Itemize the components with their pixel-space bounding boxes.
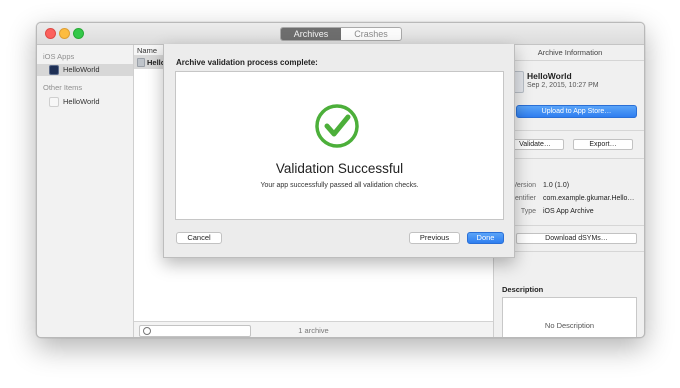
archives-crashes-segmented-control: Archives Crashes — [280, 27, 402, 41]
checkmark-icon — [314, 103, 360, 149]
detail-value: 1.0 (1.0) — [543, 182, 570, 189]
divider — [494, 158, 644, 159]
sidebar-item-label: HelloWorld — [63, 65, 100, 74]
description-placeholder: No Description — [544, 321, 595, 330]
archive-inspector: Archive Information HelloWorld Sep 2, 20… — [493, 45, 644, 337]
app-icon — [49, 65, 59, 75]
sidebar-item-label: HelloWorld — [63, 97, 100, 106]
done-button[interactable]: Done — [467, 232, 504, 244]
upload-to-app-store-button[interactable]: Upload to App Store… — [516, 105, 637, 118]
minimize-window-button[interactable] — [59, 28, 70, 39]
validation-result-panel: Validation Successful Your app successfu… — [175, 71, 504, 220]
divider — [494, 225, 644, 226]
divider — [494, 251, 644, 252]
column-header-label: Name — [137, 46, 158, 55]
validation-status-message: Your app successfully passed all validat… — [260, 182, 419, 189]
description-field[interactable]: No Description — [502, 297, 637, 337]
sheet-title: Archive validation process complete: — [176, 58, 318, 67]
maximize-window-button[interactable] — [73, 28, 84, 39]
archive-icon — [137, 58, 145, 67]
sidebar-item-other-helloworld[interactable]: HelloWorld — [37, 96, 133, 108]
inspector-title: Archive Information — [494, 45, 644, 61]
archive-app-name: HelloWorld — [527, 71, 572, 81]
detail-value: iOS App Archive — [543, 208, 594, 215]
export-button[interactable]: Export… — [573, 139, 633, 150]
close-window-button[interactable] — [45, 28, 56, 39]
detail-value: com.example.gkumar.Hello… — [543, 195, 635, 202]
sidebar-section-other-items: Other Items — [43, 83, 83, 92]
title-bar: Archives Crashes — [37, 23, 644, 45]
screen: Archives Crashes iOS Apps HelloWorld Oth… — [0, 0, 680, 388]
download-dsyms-button[interactable]: Download dSYMs… — [516, 233, 637, 244]
cancel-button[interactable]: Cancel — [176, 232, 222, 244]
archive-date: Sep 2, 2015, 10:27 PM — [527, 82, 599, 89]
sidebar: iOS Apps HelloWorld Other Items HelloWor… — [37, 45, 134, 337]
divider — [494, 130, 644, 131]
sidebar-section-ios-apps: iOS Apps — [43, 52, 75, 61]
archive-icon — [49, 97, 59, 107]
sidebar-item-ios-helloworld[interactable]: HelloWorld — [37, 64, 133, 76]
previous-button[interactable]: Previous — [409, 232, 460, 244]
archive-count: 1 archive — [298, 326, 329, 335]
list-bottom-bar: 1 archive — [134, 321, 493, 337]
description-header: Description — [502, 285, 544, 294]
validation-sheet: Archive validation process complete: Val… — [163, 44, 515, 258]
tab-crashes[interactable]: Crashes — [341, 28, 401, 40]
tab-archives[interactable]: Archives — [281, 28, 341, 40]
validation-status-title: Validation Successful — [275, 161, 404, 176]
